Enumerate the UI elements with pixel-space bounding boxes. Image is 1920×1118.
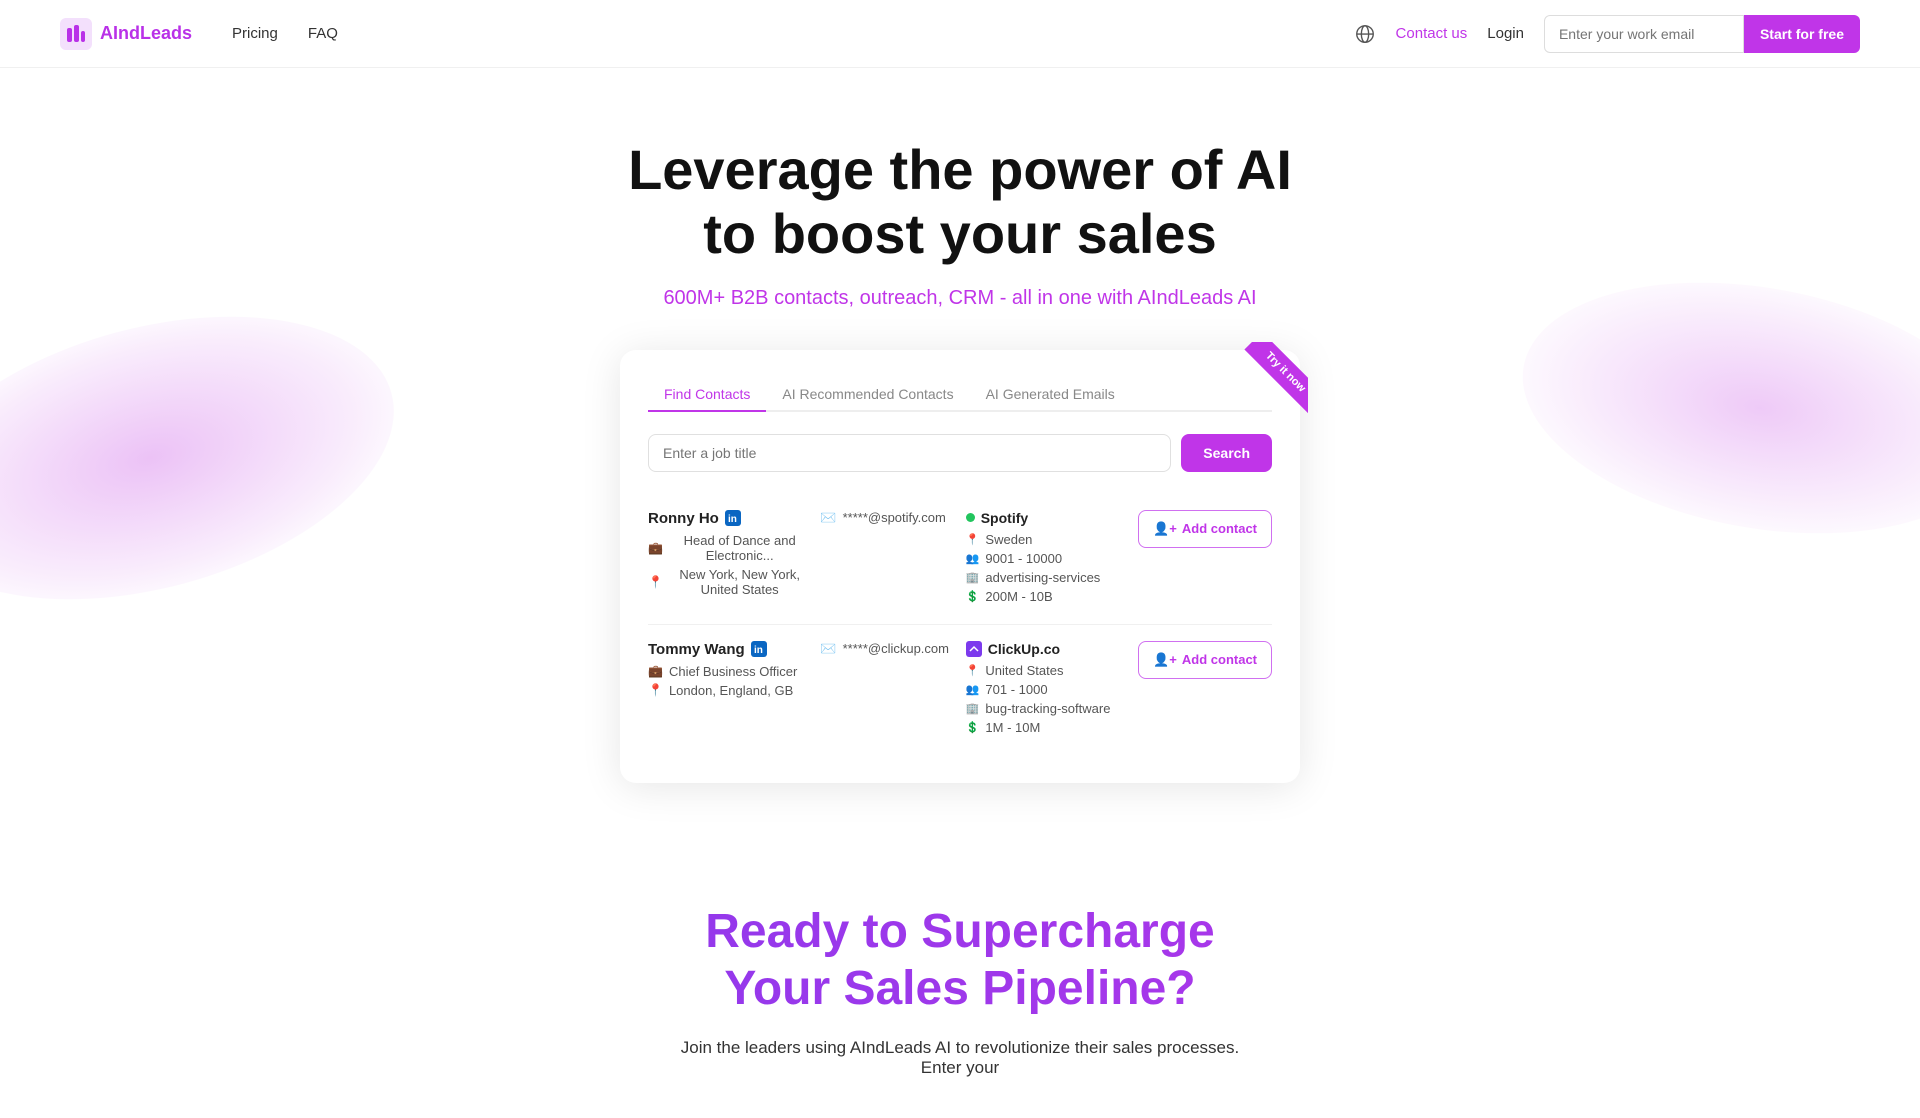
pin-icon-company-tommy: 📍 (966, 664, 980, 677)
contact-title-tommy: Chief Business Officer (669, 664, 797, 679)
users-icon-ronny: 👥 (966, 552, 980, 565)
add-icon-tommy: 👤+ (1153, 652, 1177, 668)
company-industry-ronny: advertising-services (985, 570, 1100, 585)
linkedin-icon-ronny[interactable]: in (725, 510, 741, 526)
table-row: Tommy Wang in 💼 Chief Business Officer 📍 (648, 625, 1272, 755)
company-industry-tommy: bug-tracking-software (985, 701, 1110, 716)
contact-info-ronny: Ronny Ho in 💼 Head of Dance and Electron… (648, 510, 810, 601)
pin-icon-tommy: 📍 (648, 683, 663, 697)
globe-icon[interactable] (1354, 23, 1376, 45)
mail-icon-ronny: ✉️ (820, 510, 836, 526)
contact-name-tommy: Tommy Wang (648, 641, 745, 658)
nav-faq[interactable]: FAQ (308, 25, 338, 42)
company-employees-ronny: 9001 - 10000 (985, 551, 1062, 566)
nav-right: Contact us Login Start for free (1354, 15, 1860, 53)
dollar-icon-tommy: 💲 (966, 721, 980, 734)
contact-name-ronny: Ronny Ho (648, 510, 719, 527)
company-revenue-ronny: 200M - 10B (985, 589, 1052, 604)
contact-link[interactable]: Contact us (1396, 25, 1468, 42)
company-name-ronny: Spotify (981, 510, 1028, 526)
add-contact-button-tommy[interactable]: 👤+ Add contact (1138, 641, 1272, 679)
add-icon-ronny: 👤+ (1153, 521, 1177, 537)
green-dot-ronny (966, 513, 975, 522)
svg-text:in: in (728, 514, 737, 525)
contact-location-tommy: London, England, GB (669, 683, 793, 698)
contact-location-ronny: New York, New York, United States (669, 567, 810, 597)
hero-subtext: 600M+ B2B contacts, outreach, CRM - all … (20, 287, 1900, 310)
email-tommy: *****@clickup.com (843, 641, 949, 656)
table-row: Ronny Ho in 💼 Head of Dance and Electron… (648, 494, 1272, 625)
bottom-subtext: Join the leaders using AIndLeads AI to r… (660, 1038, 1260, 1078)
email-col-tommy: ✉️ *****@clickup.com (820, 641, 955, 657)
login-link[interactable]: Login (1487, 25, 1524, 42)
demo-tabs: Find Contacts AI Recommended Contacts AI… (648, 378, 1272, 412)
company-location-ronny: Sweden (985, 532, 1032, 547)
nav-pricing[interactable]: Pricing (232, 25, 278, 42)
company-col-tommy: ClickUp.co 📍 United States 👥 701 - 1000 … (966, 641, 1128, 739)
hero-headline: Leverage the power of AI to boost your s… (610, 138, 1310, 267)
users-icon-tommy: 👥 (966, 683, 980, 696)
tab-ai-emails[interactable]: AI Generated Emails (970, 378, 1131, 412)
bottom-title: Ready to Supercharge Your Sales Pipeline… (20, 903, 1900, 1018)
bottom-section: Ready to Supercharge Your Sales Pipeline… (0, 823, 1920, 1118)
company-employees-tommy: 701 - 1000 (985, 682, 1047, 697)
nav-email-group: Start for free (1544, 15, 1860, 53)
search-button[interactable]: Search (1181, 434, 1272, 472)
logo[interactable]: AIndLeads (60, 18, 192, 50)
company-name-tommy: ClickUp.co (988, 641, 1060, 657)
clickup-logo-tommy (966, 641, 982, 657)
contact-info-tommy: Tommy Wang in 💼 Chief Business Officer 📍 (648, 641, 810, 702)
company-revenue-tommy: 1M - 10M (985, 720, 1040, 735)
nav-email-input[interactable] (1544, 15, 1744, 53)
demo-card-wrapper: Try it now Find Contacts AI Recommended … (20, 350, 1900, 783)
try-ribbon: Try it now (1218, 342, 1308, 432)
logo-text: AIndLeads (100, 23, 192, 44)
contact-title-ronny: Head of Dance and Electronic... (669, 533, 810, 563)
demo-card: Try it now Find Contacts AI Recommended … (620, 350, 1300, 783)
tab-find-contacts[interactable]: Find Contacts (648, 378, 766, 412)
start-free-button[interactable]: Start for free (1744, 15, 1860, 53)
building-icon-ronny: 🏢 (966, 571, 980, 584)
svg-text:in: in (754, 645, 763, 656)
email-ronny: *****@spotify.com (843, 510, 946, 525)
search-row: Search (648, 434, 1272, 472)
pin-icon-ronny: 📍 (648, 575, 663, 589)
company-col-ronny: Spotify 📍 Sweden 👥 9001 - 10000 🏢 a (966, 510, 1128, 608)
pin-icon-company-ronny: 📍 (966, 533, 980, 546)
add-contact-button-ronny[interactable]: 👤+ Add contact (1138, 510, 1272, 548)
dollar-icon-ronny: 💲 (966, 590, 980, 603)
navbar: AIndLeads Pricing FAQ Contact us Login S… (0, 0, 1920, 68)
email-col-ronny: ✉️ *****@spotify.com (820, 510, 955, 526)
building-icon-tommy: 🏢 (966, 702, 980, 715)
nav-links: Pricing FAQ (232, 25, 338, 42)
mail-icon-tommy: ✉️ (820, 641, 836, 657)
briefcase-icon-tommy: 💼 (648, 664, 663, 678)
tab-ai-recommended[interactable]: AI Recommended Contacts (766, 378, 969, 412)
company-location-tommy: United States (985, 663, 1063, 678)
hero-section: Leverage the power of AI to boost your s… (0, 68, 1920, 823)
linkedin-icon-tommy[interactable]: in (751, 641, 767, 657)
briefcase-icon-ronny: 💼 (648, 541, 663, 555)
job-title-input[interactable] (648, 434, 1171, 472)
